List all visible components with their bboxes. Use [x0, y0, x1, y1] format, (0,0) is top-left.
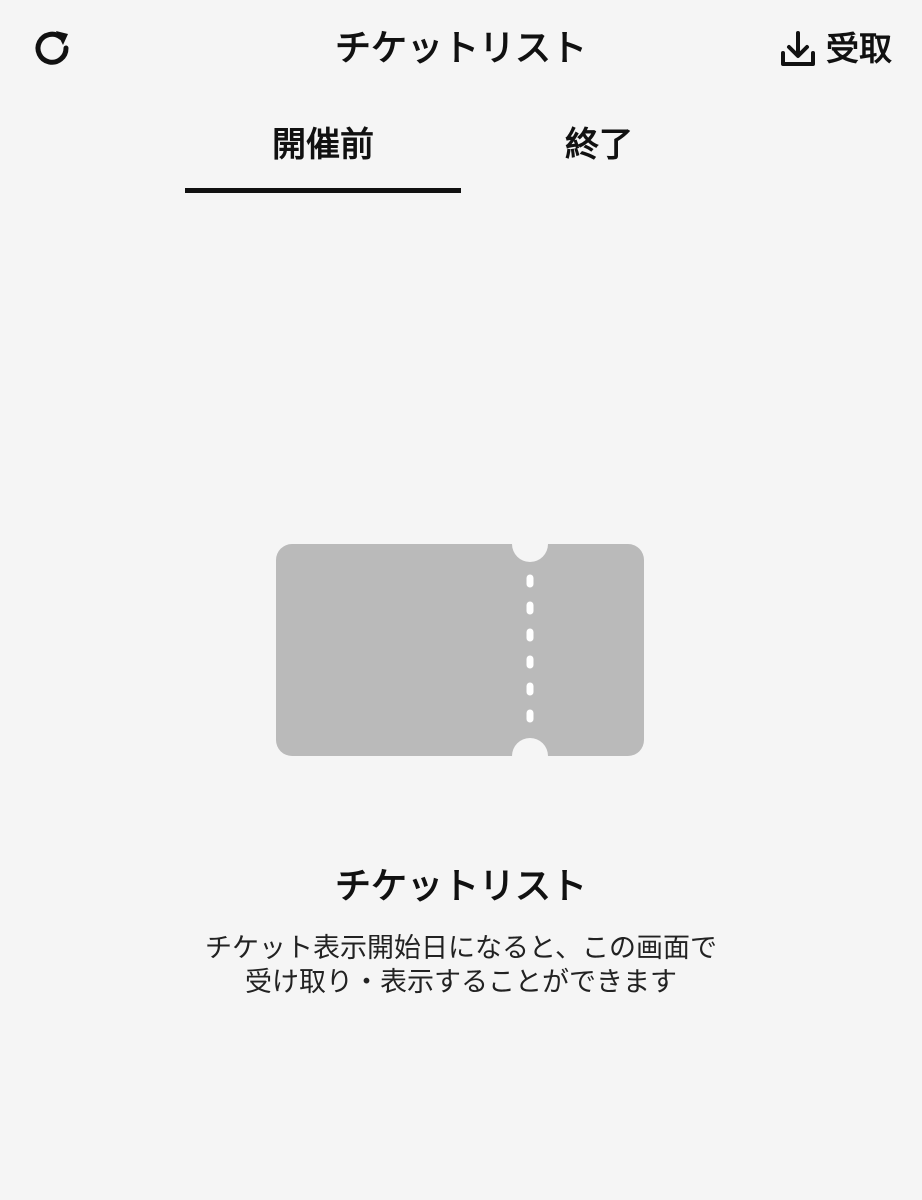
download-icon [781, 31, 815, 66]
tab-selected-indicator [185, 188, 461, 193]
ticket-list-screen: チケットリスト 受取 開催前 終了 チケットリスト チケット表示開始日になると、… [0, 0, 922, 1200]
header: チケットリスト 受取 [0, 0, 922, 100]
receive-button[interactable]: 受取 [778, 24, 892, 74]
empty-state-description-line-2: 受け取り・表示することができます [245, 967, 677, 998]
tab-ended[interactable]: 終了 [461, 110, 737, 192]
empty-state-description-line-1: チケット表示開始日になると、この画面で [205, 933, 717, 964]
receive-label: 受取 [826, 29, 892, 68]
empty-state-title: チケットリスト [334, 866, 587, 907]
ticket-icon [276, 544, 644, 756]
tab-bar: 開催前 終了 [0, 110, 922, 196]
tab-upcoming[interactable]: 開催前 [185, 110, 461, 192]
empty-state-description: チケット表示開始日になると、この画面で 受け取り・表示することができます [140, 932, 782, 1000]
